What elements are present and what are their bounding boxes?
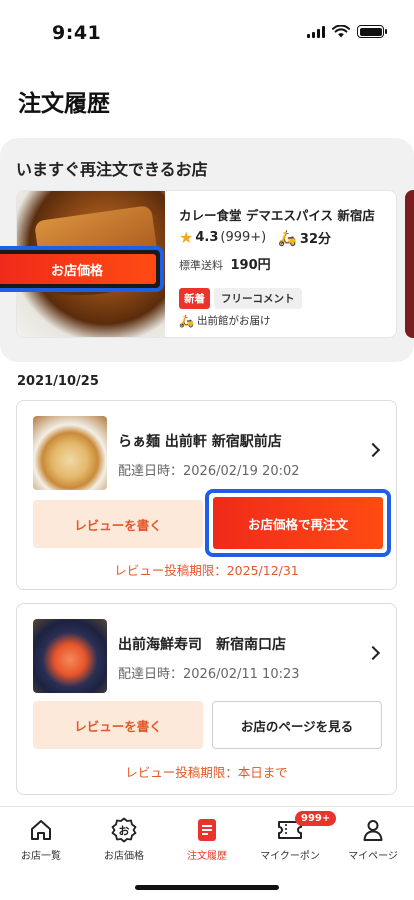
coupon-count-badge: 999+ [295,811,337,826]
review-deadline: レビュー投稿期限：本日まで [125,765,288,780]
chevron-right-icon[interactable] [365,645,381,661]
store-review-count: (999+) [220,230,267,245]
order-food-image [33,619,107,693]
chevron-right-icon[interactable] [365,442,381,458]
order-card: 出前海鮮寿司 新宿南口店 配達日時：2026/02/11 10:23 レビューを… [16,603,397,795]
delivery-bike-icon: 🛵 [278,228,297,247]
next-store-card-peek[interactable] [405,190,414,338]
home-icon [0,815,82,845]
svg-text:お: お [119,825,130,838]
delivery-fee-label: 標準送料 [179,259,223,272]
person-icon [332,815,414,845]
reorder-section: いますぐ再注文できるお店 カレー食堂 デマエスパイス 新宿店 ★ 4.3 (99… [0,138,414,362]
store-price-button-highlight: お店価格 [0,246,164,292]
reorder-at-store-price-button[interactable]: お店価格で再注文 [213,497,383,549]
store-rating-row: ★ 4.3 (999+) 🛵 32分 [179,228,331,247]
order-card: らぁ麺 出前軒 新宿駅前店 配達日時：2026/02/19 20:02 レビュー… [16,400,397,590]
battery-icon [357,25,387,38]
write-review-button[interactable]: レビューを書く [33,500,203,548]
store-name: カレー食堂 デマエスパイス 新宿店 [179,208,375,223]
delivery-time: 32分 [299,232,332,247]
tab-label: マイページ [348,851,398,862]
tab-my-page[interactable]: マイページ [332,815,414,862]
delivered-by-label: 出前館がお届け [196,315,271,327]
order-store-name: らぁ麺 出前軒 新宿駅前店 [118,434,282,450]
order-date-header: 2021/10/25 [17,374,99,389]
courier-icon: 🛵 [179,313,194,328]
tab-label: 注文履歴 [187,851,227,862]
review-deadline: レビュー投稿期限：2025/12/31 [114,563,299,578]
cellular-signal-icon [307,25,325,38]
store-tags: 新着 フリーコメント [179,288,302,309]
tab-label: お店価格 [104,851,144,862]
status-time: 9:41 [52,22,102,44]
reorder-section-title: いますぐ再注文できるお店 [16,160,208,179]
tab-order-history[interactable]: 注文履歴 [166,815,248,862]
order-delivery-datetime: 配達日時：2026/02/11 10:23 [118,667,300,682]
store-rating: 4.3 [195,230,219,245]
star-icon: ★ [179,228,194,247]
delivery-fee-value: 190円 [230,258,271,273]
store-price-button[interactable]: お店価格 [0,254,156,284]
free-comment-tag: フリーコメント [214,288,302,309]
delivery-fee-row: 標準送料 190円 [179,254,271,273]
status-icons [307,25,387,38]
store-price-icon: お [83,815,165,845]
tab-store-list[interactable]: お店一覧 [0,815,82,862]
tab-label: お店一覧 [21,851,61,862]
page-title: 注文履歴 [18,91,110,117]
tab-label: マイクーポン [260,851,320,862]
view-store-page-button[interactable]: お店のページを見る [212,701,382,749]
tab-my-coupon[interactable]: 999+ マイクーポン [249,811,337,862]
home-indicator [135,885,279,890]
status-bar: 9:41 [0,0,414,60]
reorder-button-highlight: お店価格で再注文 [205,489,391,557]
delivered-by: 🛵 出前館がお届け [179,313,270,328]
wifi-icon [332,25,350,38]
order-history-icon [166,815,248,845]
new-badge: 新着 [179,288,210,309]
write-review-button[interactable]: レビューを書く [33,701,203,749]
order-delivery-datetime: 配達日時：2026/02/19 20:02 [118,464,300,479]
order-food-image [33,416,107,490]
tab-store-price[interactable]: お お店価格 [83,815,165,862]
order-store-name: 出前海鮮寿司 新宿南口店 [118,637,286,653]
